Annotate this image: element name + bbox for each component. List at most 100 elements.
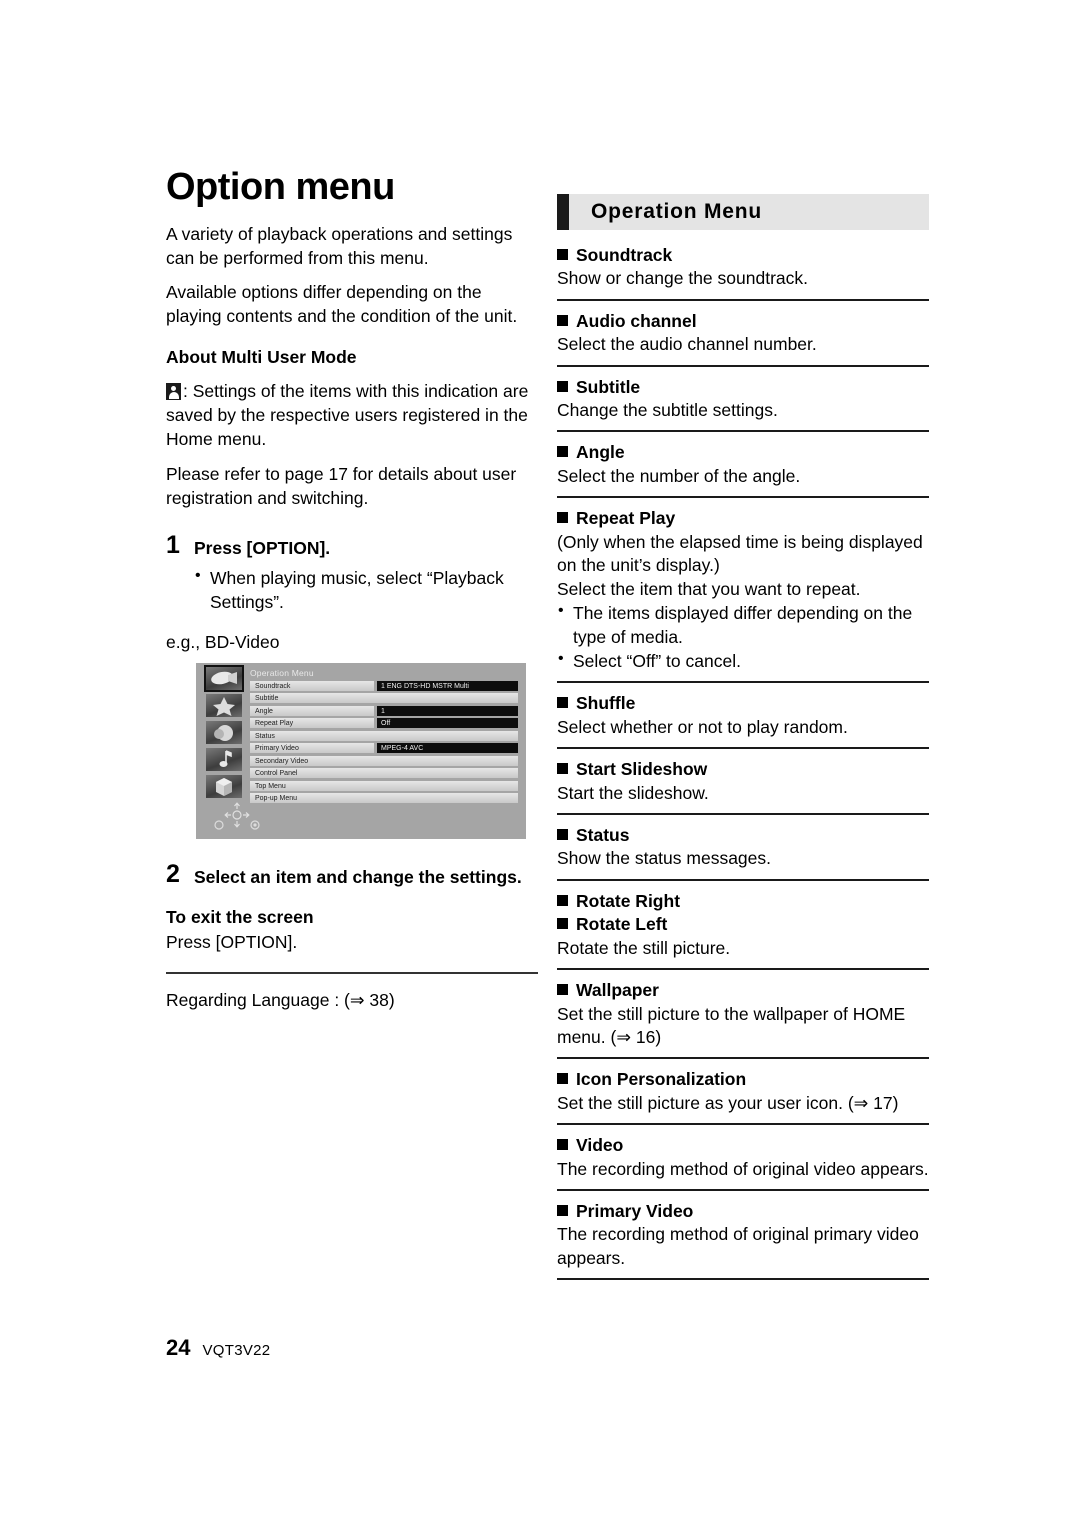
divider [557, 1278, 929, 1281]
device-screenshot: Operation Menu Soundtrack 1 ENG DTS-HD M… [196, 662, 526, 839]
table-row[interactable]: Primary Video MPEG-4 AVC [250, 743, 518, 754]
step-1: 1 Press [OPTION]. [166, 532, 538, 560]
bullet-square-icon [557, 249, 568, 260]
exit-screen-text: Press [OPTION]. [166, 931, 298, 952]
exit-screen-heading: To exit the screen [166, 906, 314, 927]
entry-title: Primary Video [557, 1200, 929, 1222]
entry-bullets: The items displayed differ depending on … [557, 600, 929, 673]
bullet-square-icon [557, 918, 568, 930]
device-row-value: 1 ENG DTS-HD MSTR Multi [377, 680, 518, 691]
entry-repeat-play: Repeat Play (Only when the elapsed time … [557, 496, 929, 681]
entry-primary-video: Primary Video The recording method of or… [557, 1189, 929, 1278]
entry-title-text: Audio channel [576, 310, 697, 331]
entry-title-text: Subtitle [576, 376, 641, 397]
list-item: When playing music, select “Playback Set… [194, 565, 538, 614]
entry-body: Show the status messages. [557, 848, 771, 869]
entry-title-text: Soundtrack [576, 245, 673, 265]
operation-menu-banner: Operation Menu [557, 194, 929, 230]
table-row[interactable]: Repeat Play Off [250, 718, 518, 729]
entry-angle: Angle Select the number of the angle. [557, 430, 929, 496]
table-row[interactable]: Control Panel [250, 768, 518, 779]
bullet-square-icon [557, 1139, 568, 1151]
dpad-cursor-icon [210, 801, 280, 831]
table-row[interactable]: Secondary Video [250, 755, 518, 766]
entry-body: Select the audio channel number. [557, 334, 817, 355]
right-column: Operation Menu Soundtrack Show or change… [557, 194, 929, 1281]
banner-title: Operation Menu [591, 200, 763, 223]
entry-title-text: Repeat Play [576, 508, 676, 529]
entry-title-text: Angle [576, 442, 625, 463]
device-row-label: Primary Video [250, 743, 374, 754]
page-footer: 24 VQT3V22 [166, 1335, 270, 1361]
entry-title-text: Primary Video [576, 1201, 694, 1222]
device-menu-rows: Soundtrack 1 ENG DTS-HD MSTR Multi Subti… [250, 680, 518, 806]
entry-body: The recording method of original primary… [557, 1224, 919, 1268]
list-item: The items displayed differ depending on … [557, 600, 929, 649]
step-2-title: Select an item and change the settings. [194, 866, 522, 887]
device-row-value: Off [377, 718, 518, 729]
entry-body: Select whether or not to play random. [557, 716, 848, 737]
entry-title: Icon Personalization [557, 1068, 929, 1090]
entry-title-text: Wallpaper [576, 980, 659, 1001]
page-title: Option menu [166, 166, 395, 208]
entry-title: Rotate Right [557, 890, 929, 912]
entry-body: The recording method of original video a… [557, 1158, 929, 1179]
entry-title: Shuffle [557, 692, 929, 714]
entry-title-text: Video [576, 1135, 624, 1156]
device-row-value: MPEG-4 AVC [377, 743, 518, 754]
entry-body: Select the number of the angle. [557, 465, 801, 486]
device-row-label: Status [250, 730, 518, 741]
entry-title: Wallpaper [557, 979, 929, 1001]
entry-body: Show or change the soundtrack. [557, 268, 808, 289]
device-row-label: Pop-up Menu [250, 793, 518, 804]
step-1-title: Press [OPTION]. [194, 537, 331, 558]
step-1-number: 1 [166, 530, 180, 559]
device-row-value: 1 [377, 705, 518, 716]
user-silhouette-icon [166, 383, 181, 401]
table-row[interactable]: Soundtrack 1 ENG DTS-HD MSTR Multi [250, 680, 518, 691]
table-row[interactable]: Pop-up Menu [250, 793, 518, 804]
entry-title: Repeat Play [557, 507, 929, 529]
example-label: e.g., BD-Video [166, 631, 280, 652]
regarding-language-note: Regarding Language : (⇒ 38) [166, 989, 395, 1010]
entry-title: Soundtrack [557, 244, 929, 266]
video-thumbnail-icon [204, 664, 244, 692]
entry-title-text: Rotate Left [576, 914, 668, 935]
bullet-square-icon [557, 1205, 568, 1217]
entry-body: Set the still picture as your user icon.… [557, 1092, 899, 1113]
entry-rotate: Rotate Right Rotate Left Rotate the stil… [557, 878, 929, 968]
entry-title-text: Icon Personalization [576, 1069, 747, 1090]
entry-body: Set the still picture to the wallpaper o… [557, 1003, 906, 1047]
bullet-square-icon [557, 697, 568, 709]
table-row[interactable]: Status [250, 730, 518, 741]
entry-title: Start Slideshow [557, 758, 929, 780]
entry-title-text: Rotate Right [576, 890, 681, 911]
multi-user-heading: About Multi User Mode [166, 347, 357, 368]
multi-user-note: : Settings of the items with this indica… [166, 379, 538, 451]
entry-title-secondary: Rotate Left [557, 913, 929, 935]
intro-paragraph-1: A variety of playback operations and set… [166, 223, 513, 269]
entry-start-slideshow: Start Slideshow Start the slideshow. [557, 747, 929, 813]
bullet-square-icon [557, 894, 568, 906]
table-row[interactable]: Angle 1 [250, 705, 518, 716]
star-thumbnail-icon [206, 693, 242, 717]
entry-video: Video The recording method of original v… [557, 1123, 929, 1189]
entry-body: (Only when the elapsed time is being dis… [557, 531, 923, 599]
entry-title: Status [557, 824, 929, 846]
bullet-square-icon [557, 314, 568, 326]
table-row[interactable]: Subtitle [250, 693, 518, 704]
intro-paragraph-2: Available options differ depending on th… [166, 282, 518, 327]
bullet-square-icon [557, 1073, 568, 1085]
entry-title-text: Shuffle [576, 693, 636, 714]
entry-title: Video [557, 1134, 929, 1156]
table-row[interactable]: Top Menu [250, 780, 518, 791]
entry-body: Start the slideshow. [557, 782, 709, 803]
multi-user-note-text: : Settings of the items with this indica… [166, 381, 529, 450]
sphere-thumbnail-icon [206, 720, 242, 744]
bullet-square-icon [557, 763, 568, 775]
device-menu-title: Operation Menu [250, 667, 314, 678]
device-row-label: Control Panel [250, 768, 518, 779]
device-row-label: Top Menu [250, 780, 518, 791]
entry-title: Audio channel [557, 310, 929, 332]
list-item: Select “Off” to cancel. [557, 648, 929, 673]
